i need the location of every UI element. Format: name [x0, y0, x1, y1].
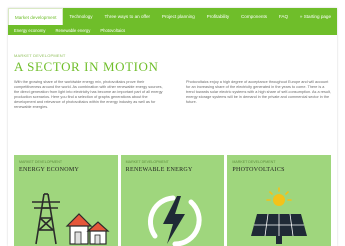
sub-navigation: Energy economy Renewable energy Photovol…	[8, 25, 337, 35]
power-plant-icon	[31, 193, 110, 245]
page-container: Market development Technology Three ways…	[8, 8, 337, 246]
nav-components[interactable]: Components	[235, 8, 273, 25]
nav-project-planning[interactable]: Project planning	[156, 8, 201, 25]
card-photovoltaics[interactable]: MARKET DEVELOPMENT PHOTOVOLTAICS	[227, 155, 332, 246]
card-title: RENEWABLE ENERGY	[125, 167, 193, 173]
nav-profitability[interactable]: Profitability	[201, 8, 235, 25]
subnav-photovoltaics[interactable]: Photovoltaics	[100, 28, 125, 33]
intro-text-left: With the growing share of the worldwide …	[14, 80, 163, 109]
subnav-energy-economy[interactable]: Energy economy	[14, 28, 45, 33]
card-title: ENERGY ECONOMY	[19, 167, 80, 173]
nav-technology[interactable]: Technology	[63, 8, 98, 25]
nav-three-ways[interactable]: Three ways to an offer	[99, 8, 156, 25]
card-kicker: MARKET DEVELOPMENT	[232, 160, 276, 164]
solar-panel-icon	[251, 187, 308, 244]
lightning-icon	[147, 195, 202, 246]
nav-faq[interactable]: FAQ	[273, 8, 294, 25]
page-title: A SECTOR IN MOTION	[14, 59, 159, 74]
card-illustration	[121, 181, 225, 246]
card-illustration	[227, 181, 331, 246]
card-renewable-energy[interactable]: MARKET DEVELOPMENT RENEWABLE ENERGY	[120, 155, 225, 246]
section-kicker: MARKET DEVELOPMENT	[14, 53, 66, 58]
nav-market-development[interactable]: Market development	[8, 8, 64, 25]
subnav-renewable-energy[interactable]: Renewable energy	[55, 28, 90, 33]
card-kicker: MARKET DEVELOPMENT	[125, 160, 169, 164]
card-energy-economy[interactable]: MARKET DEVELOPMENT ENERGY ECONOMY	[14, 155, 118, 246]
card-kicker: MARKET DEVELOPMENT	[19, 160, 63, 164]
category-cards: MARKET DEVELOPMENT ENERGY ECONOMY MARKET…	[14, 155, 332, 246]
card-title: PHOTOVOLTAICS	[232, 167, 285, 173]
top-navigation: Market development Technology Three ways…	[8, 8, 337, 25]
nav-starting-page[interactable]: » Starting page	[294, 8, 337, 25]
card-illustration	[14, 181, 118, 246]
intro-text-right: Photovoltaics enjoy a high degree of acc…	[186, 80, 331, 104]
